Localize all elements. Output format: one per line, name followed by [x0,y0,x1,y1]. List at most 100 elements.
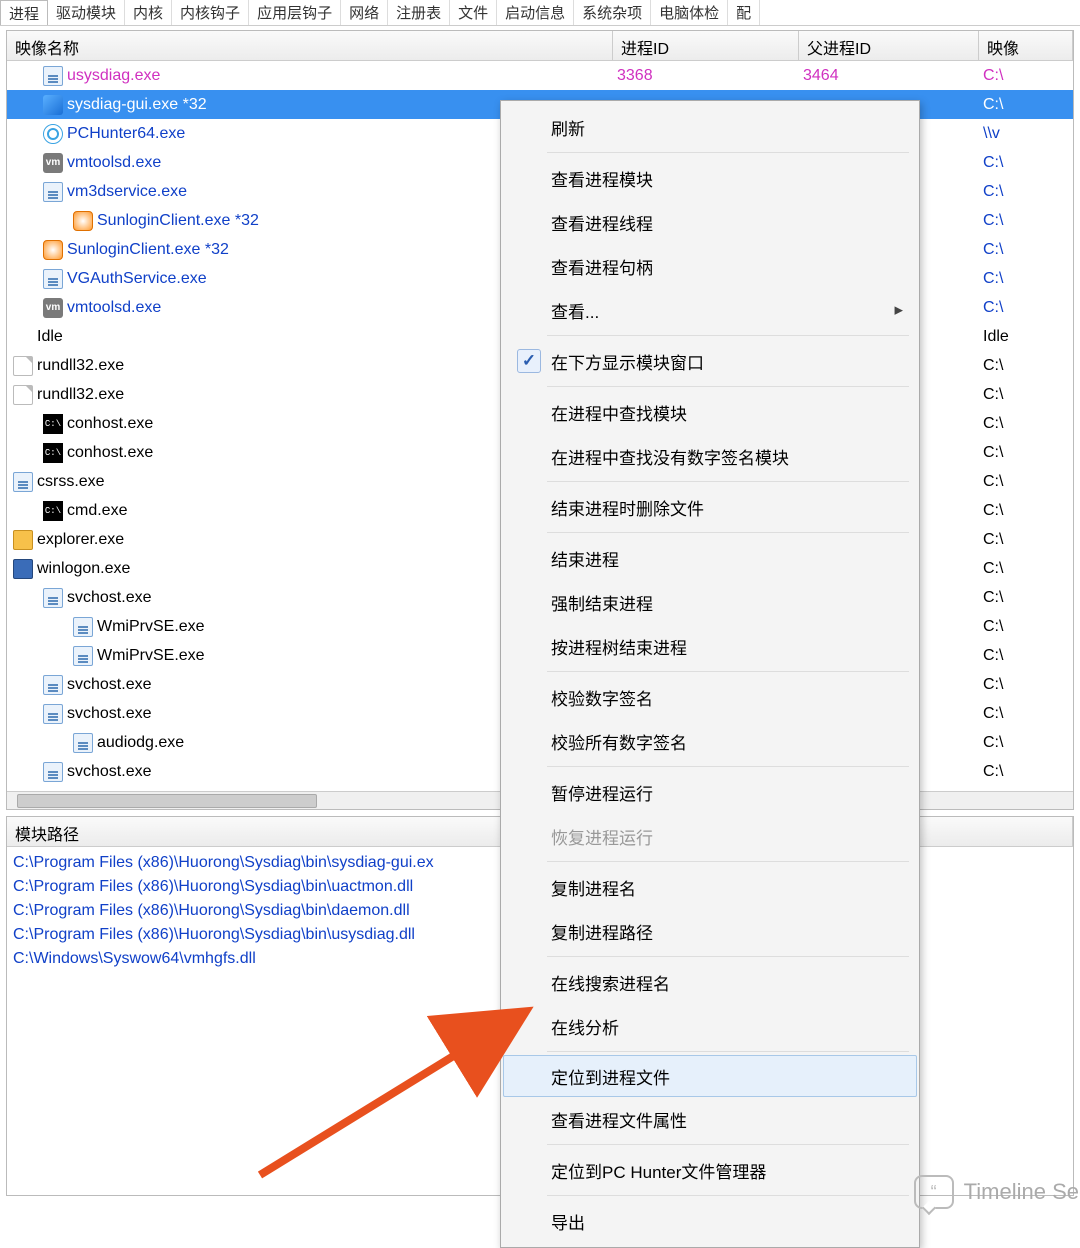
process-name: usysdiag.exe [67,67,160,85]
process-name: conhost.exe [67,444,153,462]
menu-item[interactable]: 强制结束进程 [503,580,917,624]
process-name: vm3dservice.exe [67,183,187,201]
tab-3[interactable]: 内核钩子 [172,0,249,25]
tab-5[interactable]: 网络 [341,0,388,25]
menu-item[interactable]: 在进程中查找模块 [503,390,917,434]
tab-10[interactable]: 电脑体检 [651,0,728,25]
cell-ppid: 3464 [799,67,979,85]
col-path[interactable]: 映像 [979,31,1073,60]
menu-separator [547,671,909,672]
cell-path: C:\ [979,444,1073,462]
generic-icon [43,269,63,289]
cell-path: C:\ [979,67,1073,85]
tab-11[interactable]: 配 [728,0,760,25]
menu-item[interactable]: 在进程中查找没有数字签名模块 [503,434,917,478]
tab-7[interactable]: 文件 [450,0,497,25]
scroll-thumb[interactable] [17,794,317,808]
menu-separator [547,766,909,767]
process-name: PCHunter64.exe [67,125,185,143]
menu-item[interactable]: 查看进程文件属性 [503,1097,917,1141]
menu-item[interactable]: 在线分析 [503,1004,917,1048]
generic-icon [43,588,63,608]
generic-icon [73,733,93,753]
cell-path: C:\ [979,531,1073,549]
menu-item[interactable]: 查看进程模块 [503,156,917,200]
menu-item[interactable]: 在线搜索进程名 [503,960,917,1004]
gui-icon [43,95,63,115]
menu-separator [547,386,909,387]
menu-item[interactable]: 校验数字签名 [503,675,917,719]
cell-path: C:\ [979,96,1073,114]
menu-item[interactable]: 定位到进程文件 [503,1055,917,1097]
cell-path: C:\ [979,212,1073,230]
generic-icon [43,704,63,724]
process-name: WmiPrvSE.exe [97,647,205,665]
menu-separator [547,1051,909,1052]
generic-icon [73,646,93,666]
process-name: Idle [37,328,63,346]
context-menu[interactable]: 刷新查看进程模块查看进程线程查看进程句柄查看... 在下方显示模块窗口在进程中查找… [500,100,920,1248]
vm-icon: vm [43,298,63,318]
menu-separator [547,1195,909,1196]
process-name: svchost.exe [67,589,151,607]
cell-path: C:\ [979,415,1073,433]
menu-item[interactable]: 复制进程路径 [503,909,917,953]
cmd-icon: C:\ [43,501,63,521]
cell-path: C:\ [979,705,1073,723]
cell-path: C:\ [979,241,1073,259]
exp-icon [13,530,33,550]
menu-item[interactable]: 结束进程时删除文件 [503,485,917,529]
col-name[interactable]: 映像名称 [7,31,613,60]
cell-path: C:\ [979,270,1073,288]
process-name: sysdiag-gui.exe *32 [67,96,207,114]
process-name: csrss.exe [37,473,105,491]
menu-separator [547,152,909,153]
generic-icon [43,762,63,782]
cell-path: C:\ [979,560,1073,578]
process-name: WmiPrvSE.exe [97,618,205,636]
col-pid[interactable]: 进程ID [613,31,799,60]
vm-icon: vm [43,153,63,173]
watermark-text: Timeline Sec [964,1179,1080,1205]
table-row[interactable]: usysdiag.exe 33683464C:\ [7,61,1073,90]
process-name: rundll32.exe [37,386,124,404]
tab-1[interactable]: 驱动模块 [48,0,125,25]
cell-path: C:\ [979,618,1073,636]
process-name: audiodg.exe [97,734,184,752]
tab-bar[interactable]: 进程驱动模块内核内核钩子应用层钩子网络注册表文件启动信息系统杂项电脑体检配 [0,0,1080,26]
menu-item[interactable]: 按进程树结束进程 [503,624,917,668]
menu-item[interactable]: 复制进程名 [503,865,917,909]
menu-separator [547,861,909,862]
tab-8[interactable]: 启动信息 [497,0,574,25]
process-list-header: 映像名称 进程ID 父进程ID 映像 [7,31,1073,61]
menu-item[interactable]: 导出 [503,1199,917,1243]
process-name: svchost.exe [67,763,151,781]
menu-item[interactable]: 暂停进程运行 [503,770,917,814]
process-name: svchost.exe [67,676,151,694]
tab-4[interactable]: 应用层钩子 [249,0,341,25]
cell-pid: 3368 [613,67,799,85]
cell-path: C:\ [979,183,1073,201]
file-icon [13,385,33,405]
menu-item[interactable]: 查看进程线程 [503,200,917,244]
menu-item[interactable]: 查看... [503,288,917,332]
menu-item[interactable]: 刷新 [503,105,917,149]
tab-6[interactable]: 注册表 [388,0,450,25]
menu-item[interactable]: 校验所有数字签名 [503,719,917,763]
menu-item[interactable]: 在下方显示模块窗口 [503,339,917,383]
menu-item: 恢复进程运行 [503,814,917,858]
col-ppid[interactable]: 父进程ID [799,31,979,60]
tab-0[interactable]: 进程 [0,0,48,25]
tab-2[interactable]: 内核 [125,0,172,25]
menu-item[interactable]: 定位到PC Hunter文件管理器 [503,1148,917,1192]
watermark: “ Timeline Sec [914,1175,1080,1209]
generic-icon [73,617,93,637]
generic-icon [43,675,63,695]
pc-icon [43,124,63,144]
watermark-icon: “ [914,1175,954,1209]
menu-item[interactable]: 结束进程 [503,536,917,580]
menu-item[interactable]: 查看进程句柄 [503,244,917,288]
cell-path: C:\ [979,734,1073,752]
cell-path: C:\ [979,386,1073,404]
tab-9[interactable]: 系统杂项 [574,0,651,25]
